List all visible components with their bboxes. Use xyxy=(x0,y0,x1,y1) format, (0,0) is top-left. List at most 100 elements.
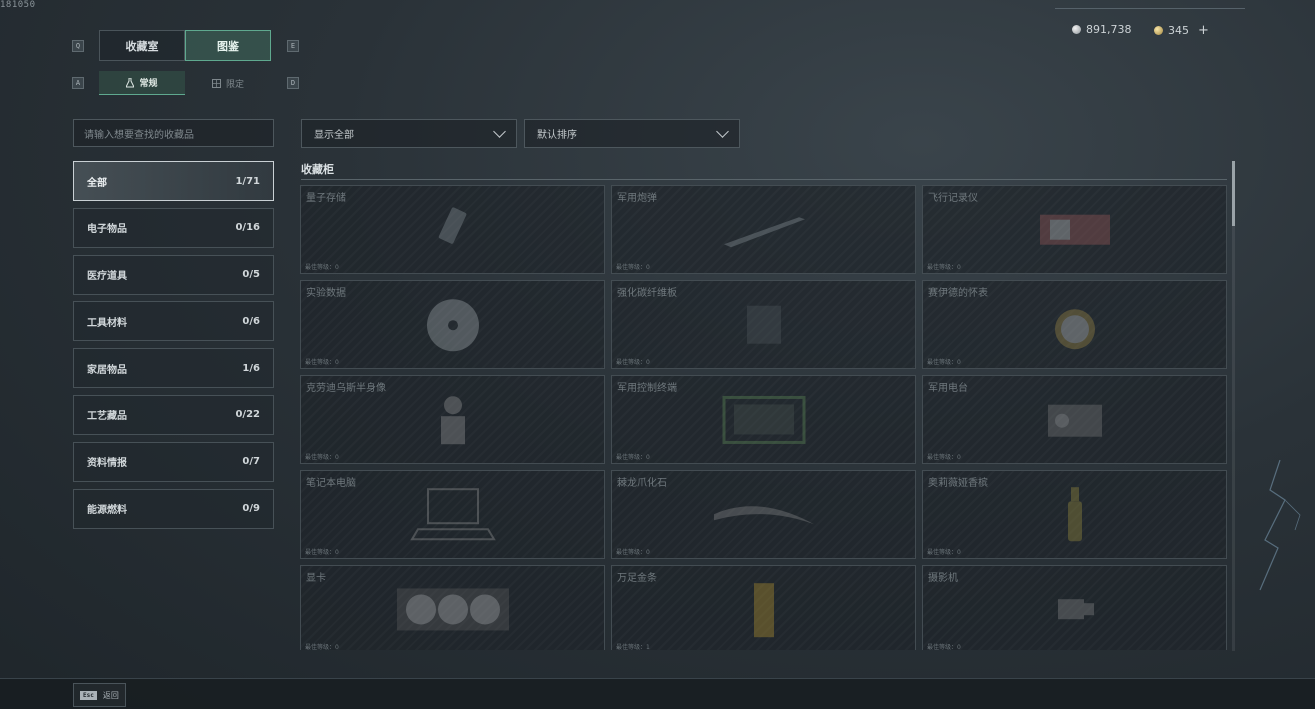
collection-item-card[interactable]: 量子存储最佳等级：0 xyxy=(300,185,605,274)
lightning-decoration xyxy=(1259,460,1301,591)
search-input[interactable]: 请输入想要查找的收藏品 xyxy=(73,119,274,147)
display-filter-select[interactable]: 显示全部 xyxy=(301,119,517,148)
section-divider xyxy=(301,179,1227,180)
chevron-down-icon xyxy=(493,124,506,138)
item-best-grade: 最佳等级：0 xyxy=(927,453,961,461)
scrollbar-thumb[interactable] xyxy=(1232,161,1235,226)
silver-currency: 891,738 xyxy=(1072,23,1132,36)
tab-collection-room[interactable]: 收藏室 xyxy=(99,30,185,61)
collection-item-card[interactable]: 棘龙爪化石最佳等级：0 xyxy=(611,470,916,559)
hotkey-prev-main-tab[interactable]: Q xyxy=(72,40,84,52)
gold-currency: 345 + xyxy=(1154,23,1209,38)
item-name: 飞行记录仪 xyxy=(928,193,978,204)
item-name: 笔记本电脑 xyxy=(306,478,356,489)
item-bust-image xyxy=(433,390,473,454)
category-intel[interactable]: 资料情报 0/7 xyxy=(73,441,274,482)
item-name: 军用控制终端 xyxy=(617,383,677,394)
category-label: 能源燃料 xyxy=(87,505,127,517)
category-count: 0/22 xyxy=(235,409,260,421)
collection-item-card[interactable]: 克劳迪乌斯半身像 最佳等级：0 xyxy=(300,375,605,464)
category-crafts[interactable]: 工艺藏品 0/22 xyxy=(73,394,274,435)
item-recorder-image xyxy=(1030,205,1120,259)
item-best-grade: 最佳等级：0 xyxy=(305,263,339,271)
display-filter-value: 显示全部 xyxy=(314,130,354,141)
item-best-grade: 最佳等级：0 xyxy=(305,358,339,366)
category-label: 资料情报 xyxy=(87,458,127,470)
collection-item-card[interactable]: 摄影机 最佳等级：0 xyxy=(922,565,1227,650)
category-list: 全部 1/71 电子物品 0/16 医疗道具 0/5 工具材料 0/6 家居物品… xyxy=(73,161,274,535)
item-gpu-image xyxy=(393,583,513,642)
gold-coin-icon xyxy=(1154,26,1163,35)
category-electronics[interactable]: 电子物品 0/16 xyxy=(73,207,274,248)
add-currency-button[interactable]: + xyxy=(1198,23,1209,38)
collection-item-card[interactable]: 军用炮弹 最佳等级：0 xyxy=(611,185,916,274)
item-plate-image xyxy=(739,300,789,354)
grid-scrollbar[interactable] xyxy=(1232,161,1235,651)
tab-regular-label: 常规 xyxy=(139,79,158,89)
item-best-grade: 最佳等级：0 xyxy=(305,548,339,556)
tab-regular[interactable]: 常规 xyxy=(99,71,185,95)
category-label: 家居物品 xyxy=(87,364,127,376)
collection-item-card[interactable]: 万足金条 最佳等级：1 xyxy=(611,565,916,650)
build-id: 181050 xyxy=(0,0,36,10)
esc-key-badge: Esc xyxy=(80,690,97,700)
collection-item-card[interactable]: 强化碳纤维板 最佳等级：0 xyxy=(611,280,916,369)
sub-tabs: 常规 限定 xyxy=(99,71,271,95)
item-best-grade: 最佳等级：0 xyxy=(616,453,650,461)
collection-item-card[interactable]: 实验数据 最佳等级：0 xyxy=(300,280,605,369)
item-goldbar-image xyxy=(751,580,777,644)
item-best-grade: 最佳等级：0 xyxy=(305,453,339,461)
item-laptop-image xyxy=(408,485,498,549)
chevron-down-icon xyxy=(716,124,729,138)
back-button[interactable]: Esc 返回 xyxy=(73,683,126,707)
item-best-grade: 最佳等级：0 xyxy=(927,548,961,556)
collection-item-card[interactable]: 显卡 最佳等级：0 xyxy=(300,565,605,650)
item-name: 量子存储 xyxy=(306,193,346,204)
category-medical[interactable]: 医疗道具 0/5 xyxy=(73,254,274,295)
item-name: 棘龙爪化石 xyxy=(617,478,667,489)
silver-amount: 891,738 xyxy=(1086,23,1132,36)
category-count: 0/7 xyxy=(242,456,260,468)
item-watch-image xyxy=(1045,295,1105,359)
item-name: 克劳迪乌斯半身像 xyxy=(306,383,386,394)
category-energy[interactable]: 能源燃料 0/9 xyxy=(73,488,274,529)
collection-item-card[interactable]: 飞行记录仪 最佳等级：0 xyxy=(922,185,1227,274)
hotkey-next-sub-tab[interactable]: D xyxy=(287,77,299,89)
category-count: 0/5 xyxy=(242,269,260,281)
category-count: 1/6 xyxy=(242,362,260,374)
category-household[interactable]: 家居物品 1/6 xyxy=(73,348,274,389)
item-best-grade: 最佳等级：0 xyxy=(927,358,961,366)
collection-item-card[interactable]: 军用电台 最佳等级：0 xyxy=(922,375,1227,464)
category-all[interactable]: 全部 1/71 xyxy=(73,161,274,201)
item-claw-image xyxy=(709,494,819,538)
bottom-bar xyxy=(0,678,1315,709)
item-shell-image xyxy=(719,209,809,253)
tab-codex[interactable]: 图鉴 xyxy=(185,30,271,61)
item-name: 赛伊德的怀表 xyxy=(928,288,988,299)
top-divider xyxy=(1055,8,1245,9)
item-disc-image xyxy=(423,295,483,359)
sort-select[interactable]: 默认排序 xyxy=(524,119,740,148)
item-name: 强化碳纤维板 xyxy=(617,288,677,299)
collection-item-card[interactable]: 奥莉薇娅香槟 最佳等级：0 xyxy=(922,470,1227,559)
category-label: 工具材料 xyxy=(87,317,127,329)
category-count: 0/16 xyxy=(235,222,260,234)
item-terminal-image xyxy=(719,393,809,452)
item-camera-image xyxy=(1050,589,1100,633)
item-best-grade: 最佳等级：0 xyxy=(616,548,650,556)
tab-limited-label: 限定 xyxy=(225,79,244,90)
puzzle-icon xyxy=(211,78,221,88)
category-count: 1/71 xyxy=(235,175,260,187)
collection-grid: 量子存储 最佳等级：0 军用炮弹 最佳等级：0 飞行记录仪 最佳等级：0 实验数据 最佳等级：… xyxy=(300,185,1227,650)
category-tools[interactable]: 工具材料 0/6 xyxy=(73,301,274,342)
item-name: 万足金条 xyxy=(617,573,657,584)
item-name: 军用炮弹 xyxy=(617,193,657,204)
hotkey-next-main-tab[interactable]: E xyxy=(287,40,299,52)
category-count: 0/9 xyxy=(242,503,260,515)
category-label: 电子物品 xyxy=(87,224,127,236)
tab-limited[interactable]: 限定 xyxy=(185,71,271,95)
collection-item-card[interactable]: 笔记本电脑最佳等级：0 xyxy=(300,470,605,559)
collection-item-card[interactable]: 赛伊德的怀表 最佳等级：0 xyxy=(922,280,1227,369)
hotkey-prev-sub-tab[interactable]: A xyxy=(72,77,84,89)
collection-item-card[interactable]: 军用控制终端 最佳等级：0 xyxy=(611,375,916,464)
